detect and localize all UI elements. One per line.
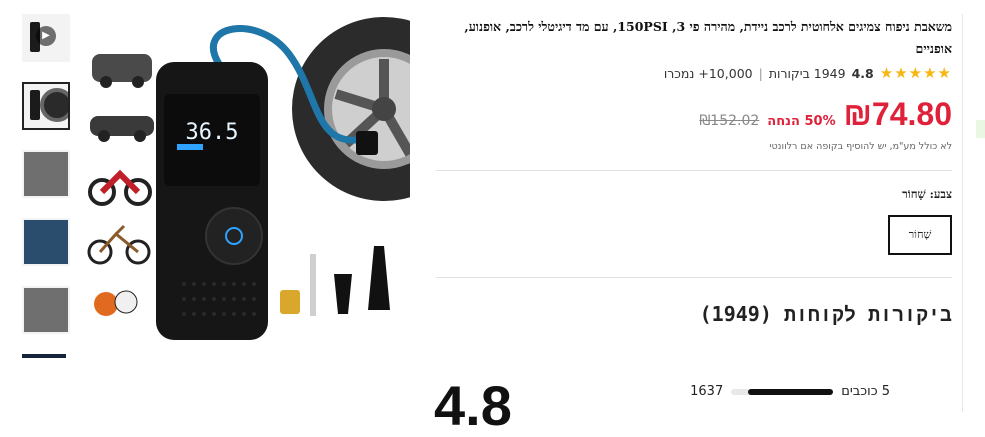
tire-graphic (292, 17, 410, 201)
rating-row: ★★★★★ 4.8 1949 ביקורות | 10,000+ נמכרו (436, 64, 952, 82)
reviews-link[interactable]: 1949 ביקורות (769, 66, 846, 81)
product-illustration: 36.5 (87, 17, 410, 340)
device-display-value: 36.5 (186, 120, 239, 145)
price-row: ₪74.80 50% הנחה ₪152.02 (436, 96, 952, 133)
thumbnail-strip: ▶ (22, 14, 70, 358)
original-price: ₪152.02 (699, 113, 760, 129)
color-option-black[interactable]: שָׁחוֹר (888, 215, 952, 255)
thumbnail-selected[interactable] (22, 82, 70, 130)
breakdown-bar-fill (747, 388, 834, 395)
rating-breakdown-row: 5 כוכבים 1637 (690, 384, 890, 399)
divider (436, 170, 952, 171)
nozzle-accessories (280, 246, 390, 316)
current-price: ₪74.80 (843, 96, 952, 132)
review-score: 4.8 (434, 374, 512, 437)
product-info: משאבת ניפוח צמיגים אלחוטית לרכב ניידת, מ… (436, 16, 952, 328)
device-icon (30, 90, 40, 120)
separator: | (758, 65, 763, 81)
thumbnail-3[interactable] (22, 150, 70, 198)
divider (436, 277, 952, 278)
thumbnail-video[interactable]: ▶ (22, 14, 70, 62)
reviews-title: ביקורות לקוחות (1949) (699, 302, 952, 326)
sold-count: 10,000+ נמכרו (663, 65, 753, 81)
color-label: צבע: שָׁחוֹר (902, 187, 952, 201)
vehicle-icons (87, 54, 154, 316)
thumbnail-5[interactable] (22, 286, 70, 334)
thumbnail-image (24, 220, 68, 264)
discount-badge: 50% הנחה (767, 114, 836, 129)
star-rating-icon: ★★★★★ (879, 64, 952, 82)
product-main-image[interactable]: 36.5 (84, 14, 410, 342)
play-icon: ▶ (36, 26, 56, 46)
product-title: משאבת ניפוח צמיגים אלחוטית לרכב ניידת, מ… (464, 19, 952, 56)
thumbnail-image (24, 288, 68, 332)
side-panel-border (962, 14, 963, 412)
device-graphic: 36.5 (156, 62, 268, 340)
vat-note: לא כולל מע"מ, יש להוסיף בקופה אם רלוונטי (769, 141, 952, 152)
thumbnail-6-partial[interactable] (22, 354, 66, 358)
breakdown-label: 5 כוכבים (841, 384, 890, 399)
thumbnail-image (24, 152, 68, 196)
tire-icon (40, 88, 68, 122)
breakdown-bar (731, 388, 834, 395)
breakdown-count: 1637 (690, 384, 724, 399)
rating-value: 4.8 (851, 65, 874, 81)
thumbnail-4[interactable] (22, 218, 70, 266)
side-panel-accent (976, 120, 985, 138)
